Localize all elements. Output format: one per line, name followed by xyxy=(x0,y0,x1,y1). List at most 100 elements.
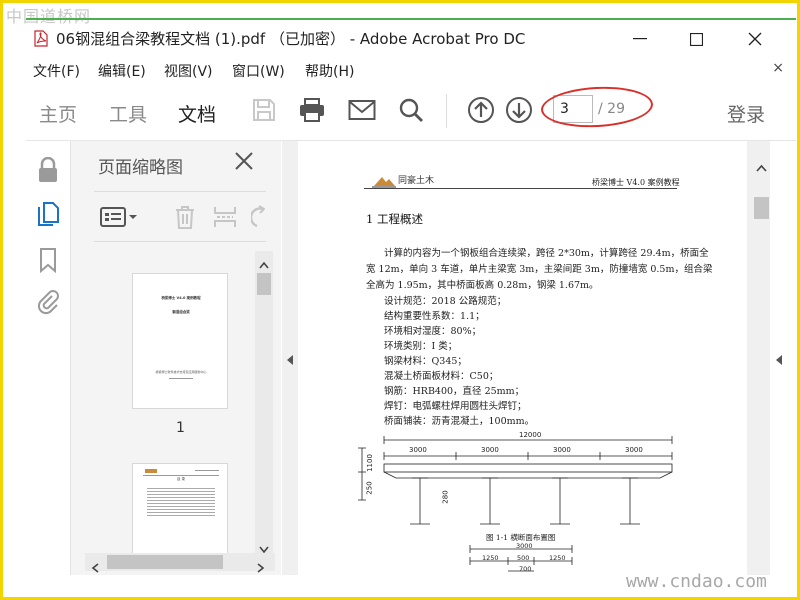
minimize-button[interactable] xyxy=(618,22,662,56)
dimension-label: 3000 xyxy=(481,446,499,454)
bookmark-icon[interactable] xyxy=(35,247,61,273)
spec-item: 环境类别：I 类； xyxy=(384,341,458,352)
insert-pages-icon[interactable] xyxy=(213,205,237,233)
dimension-label: 3000 xyxy=(516,542,533,550)
spec-item: 设计规范：2018 公路规范； xyxy=(384,296,507,307)
pdf-file-icon xyxy=(34,30,48,47)
spec-item: 钢梁材料：Q345； xyxy=(384,356,467,367)
dimension-label: 1250 xyxy=(549,554,566,562)
accent-line xyxy=(26,18,796,20)
document-vertical-scrollbar[interactable] xyxy=(753,141,770,575)
thumbnail-line xyxy=(195,470,219,471)
running-header: 桥梁博士 V4.0 案例教程 xyxy=(592,178,680,187)
spec-item: 环境相对湿度：80%； xyxy=(384,326,482,337)
thumbnails-horizontal-scrollbar[interactable] xyxy=(85,553,275,573)
spec-item: 混凝土桥面板材料：C50； xyxy=(384,371,499,382)
thumbnail-line: 桥梁博士 V4.0 案例教程 xyxy=(161,296,201,300)
document-view: 同豪土木 桥梁博士 V4.0 案例教程 1 工程概述 计算的内容为一个钢板组合连… xyxy=(298,141,747,575)
dimension-label: 1100 xyxy=(365,454,374,472)
page-thumbnails-panel: 页面缩略图 桥梁博士 V4.0 案例教程 钢混组合梁 桥梁博士软件技术支持及应用… xyxy=(71,141,281,575)
menu-bar: 文件(F) 编辑(E) 视图(V) 窗口(W) 帮助(H) × xyxy=(26,56,796,82)
tab-tools[interactable]: 工具 xyxy=(109,100,147,127)
thumbnail-page-label: 1 xyxy=(176,420,185,436)
delete-icon[interactable] xyxy=(174,205,196,233)
dimension-label: 1250 xyxy=(482,554,499,562)
menu-window[interactable]: 窗口(W) xyxy=(232,61,285,81)
thumbnails-vertical-scrollbar[interactable] xyxy=(255,251,273,554)
scrollbar-thumb[interactable] xyxy=(754,197,769,219)
spec-item: 桥面铺装：沥青混凝土，100mm。 xyxy=(384,416,535,427)
panel-divider xyxy=(94,191,266,192)
thumbnail-line xyxy=(143,475,219,476)
header-rule xyxy=(364,188,677,189)
paragraph-line: 计算的内容为一个钢板组合连续梁，跨径 2*30m，计算跨径 29.4m，桥面全 xyxy=(384,248,709,259)
close-window-button[interactable] xyxy=(733,22,777,56)
dimension-label: 250 xyxy=(365,481,374,495)
right-panel-splitter[interactable] xyxy=(770,141,796,575)
window-title: 06钢混组合梁教程文档 (1).pdf （已加密） - Adobe Acroba… xyxy=(56,30,526,48)
scroll-up-icon[interactable] xyxy=(756,157,767,176)
spec-item: 焊钉：电弧螺柱焊用圆柱头焊钉； xyxy=(384,401,527,412)
thumbnail-line: 钢混组合梁 xyxy=(172,310,190,314)
scroll-left-icon[interactable] xyxy=(91,558,99,577)
tab-home[interactable]: 主页 xyxy=(39,100,77,127)
rotate-icon[interactable] xyxy=(249,205,266,233)
menu-file[interactable]: 文件(F) xyxy=(33,61,80,81)
print-icon[interactable] xyxy=(296,94,328,126)
dimension-label: 3000 xyxy=(625,446,643,454)
panel-tools xyxy=(94,193,266,241)
watermark-bottom: www.cndao.com xyxy=(626,571,767,592)
thumbnail-options-icon[interactable] xyxy=(100,207,138,231)
publisher-logo-text: 同豪土木 xyxy=(398,176,435,186)
scrollbar-thumb[interactable] xyxy=(107,555,223,569)
paragraph-line: 全高为 1.95m，其中桥面板高 0.28m，钢梁 1.67m。 xyxy=(366,280,599,291)
lock-icon[interactable] xyxy=(35,157,61,183)
dimension-label: 3000 xyxy=(409,446,427,454)
expand-right-icon[interactable] xyxy=(775,351,783,370)
panel-title: 页面缩略图 xyxy=(98,158,183,178)
section-heading: 1 工程概述 xyxy=(366,212,423,226)
attachment-icon[interactable] xyxy=(35,289,61,315)
title-bar: 06钢混组合梁教程文档 (1).pdf （已加密） - Adobe Acroba… xyxy=(26,22,796,56)
left-navigation-rail xyxy=(26,141,71,575)
maximize-button[interactable] xyxy=(674,22,718,56)
thumbnail-line: 目 录 xyxy=(176,477,186,481)
scroll-right-icon[interactable] xyxy=(257,558,265,577)
thumbnail-line xyxy=(169,378,193,379)
thumbnail-toc-lines xyxy=(147,486,215,516)
page-thumbnail[interactable]: 目 录 xyxy=(132,463,228,553)
menu-view[interactable]: 视图(V) xyxy=(164,61,213,81)
toolbar: 主页 工具 文档 3 / 29 登录 xyxy=(26,82,796,141)
dimension-label: 280 xyxy=(441,490,450,504)
panel-splitter[interactable] xyxy=(282,141,298,575)
panel-divider xyxy=(94,241,266,242)
dimension-label: 500 xyxy=(517,554,530,562)
panel-close-icon[interactable] xyxy=(234,149,254,177)
spec-item: 钢筋：HRB400，直径 25mm； xyxy=(384,386,525,397)
collapse-left-icon[interactable] xyxy=(286,351,294,370)
page-thumbnails-icon[interactable] xyxy=(35,201,61,227)
page-thumbnail[interactable]: 桥梁博士 V4.0 案例教程 钢混组合梁 桥梁博士软件技术支持及应用服务中心 xyxy=(132,273,228,409)
thumbnail-line: 桥梁博士软件技术支持及应用服务中心 xyxy=(155,370,207,374)
search-icon[interactable] xyxy=(395,94,427,126)
page-down-icon[interactable] xyxy=(503,94,535,126)
mail-icon[interactable] xyxy=(346,94,378,126)
scroll-up-icon[interactable] xyxy=(259,254,269,273)
menu-close-icon[interactable]: × xyxy=(772,60,784,76)
paragraph-line: 宽 12m，单向 3 车道，单片主梁宽 3m，主梁间距 3m，防撞墙宽 0.5m… xyxy=(366,264,713,275)
dimension-label: 12000 xyxy=(519,431,542,439)
dimension-label: 700 xyxy=(519,565,532,573)
publisher-logo-icon xyxy=(372,173,396,192)
menu-edit[interactable]: 编辑(E) xyxy=(98,61,146,81)
annotation-ellipse xyxy=(540,84,654,130)
tab-document[interactable]: 文档 xyxy=(178,100,216,127)
scrollbar-thumb[interactable] xyxy=(257,273,271,295)
login-button[interactable]: 登录 xyxy=(727,100,765,127)
dimension-label: 3000 xyxy=(553,446,571,454)
menu-help[interactable]: 帮助(H) xyxy=(305,61,354,81)
page-up-icon[interactable] xyxy=(465,94,497,126)
save-icon[interactable] xyxy=(248,94,280,126)
thumbnail-logo xyxy=(145,469,157,473)
spec-item: 结构重要性系数：1.1； xyxy=(384,311,485,322)
toolbar-divider xyxy=(446,94,447,128)
